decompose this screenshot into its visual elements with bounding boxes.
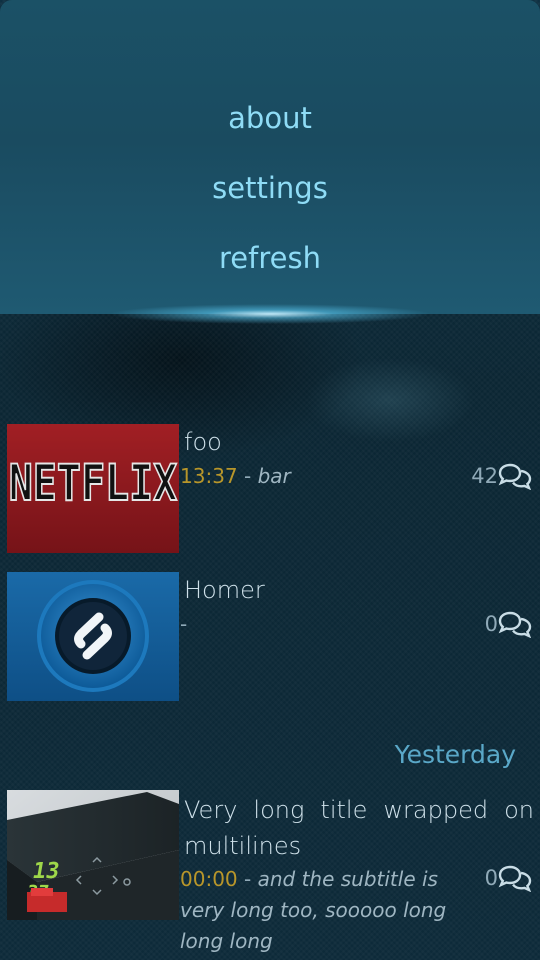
menu-item-settings[interactable]: settings — [0, 168, 540, 208]
section-header: Yesterday — [394, 740, 516, 769]
thumbnail-box: 13 37 — [7, 790, 179, 920]
comments-icon — [498, 865, 532, 892]
svg-text:13: 13 — [30, 858, 61, 884]
netflix-logo: NETFLIX — [9, 454, 178, 513]
item-subtitle: bar — [257, 464, 291, 488]
item-title: Homer — [184, 576, 265, 604]
comment-count[interactable]: 0 — [485, 864, 532, 892]
comment-count-value: 42 — [471, 464, 498, 488]
comment-count[interactable]: 42 — [471, 462, 532, 490]
comment-count-value: 0 — [484, 612, 498, 636]
item-meta: - — [180, 610, 187, 638]
list-item[interactable]: 13 37 Very long title wrapped on multili… — [0, 790, 540, 960]
pulley-menu: about settings refresh — [0, 0, 540, 314]
thumbnail-shazam — [7, 572, 179, 701]
menu-item-about[interactable]: about — [0, 98, 540, 138]
list-item[interactable]: NETFLIX foo 13:37 - bar 42 — [0, 424, 540, 554]
menu-item-refresh[interactable]: refresh — [0, 238, 540, 278]
comments-icon — [498, 611, 532, 638]
thumbnail-netflix: NETFLIX — [7, 424, 179, 553]
item-meta: 13:37 - bar — [180, 462, 291, 490]
item-separator: - — [237, 464, 258, 488]
menu-highlight-glow — [110, 300, 430, 328]
item-time: 13:37 — [180, 464, 238, 488]
comments-icon — [498, 463, 532, 490]
comment-count-value: 0 — [484, 866, 498, 890]
item-time: 00:00 — [180, 867, 238, 891]
item-separator: - — [180, 612, 188, 636]
item-meta: 00:00 - and the subtitle is very long to… — [180, 864, 478, 957]
item-title: Very long title wrapped on multilines — [184, 796, 534, 860]
item-separator: - — [237, 867, 258, 891]
comment-count[interactable]: 0 — [485, 610, 532, 638]
item-title: foo — [184, 428, 222, 456]
list-item[interactable]: Homer - 0 — [0, 572, 540, 702]
